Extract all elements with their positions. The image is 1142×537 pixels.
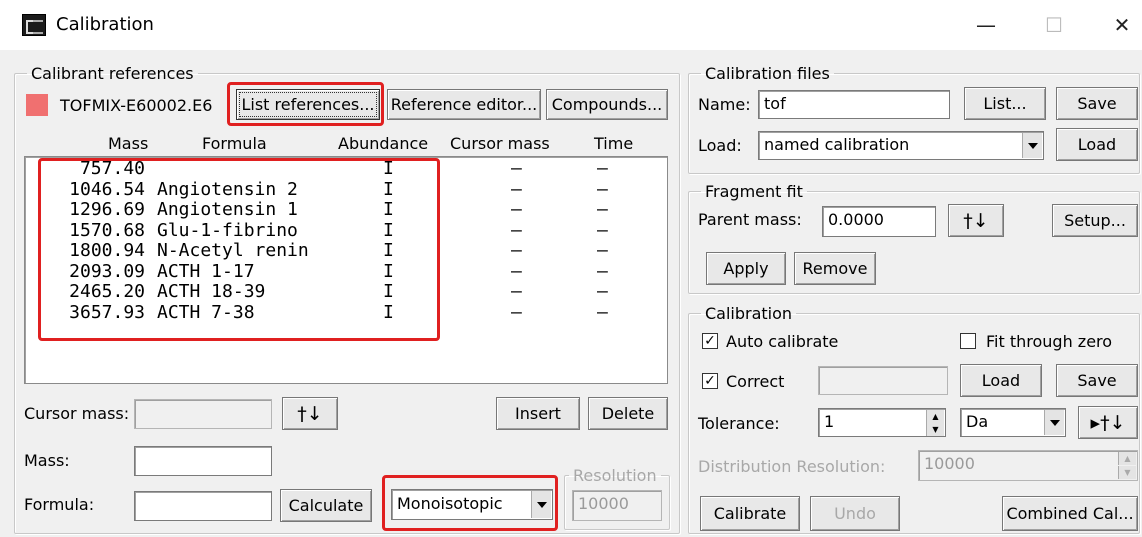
cell-cursor-mass: – [511,281,522,302]
cursor-mass-arrows-button[interactable]: †↓ [282,397,338,430]
setup-button[interactable]: Setup... [1052,204,1138,237]
fit-through-zero-label: Fit through zero [986,332,1113,351]
resolution-legend: Resolution [573,466,657,485]
combined-calibration-button[interactable]: Combined Cal... [1002,496,1138,531]
cell-time: – [597,301,608,323]
spin-down-icon[interactable]: ▼ [1118,466,1136,479]
tolerance-unit-value: Da [966,412,989,431]
correct-checkbox[interactable]: ✓ [702,373,718,389]
window-title: Calibration [56,14,154,35]
reference-color-swatch [26,94,48,116]
maximize-button[interactable]: ☐ [1034,8,1074,42]
cell-cursor-mass: – [511,219,522,241]
load-select[interactable]: named calibration [758,131,1044,160]
spin-down-icon[interactable]: ▼ [926,423,944,436]
cell-time: – [597,219,608,241]
chevron-down-icon[interactable] [1022,133,1042,158]
calibration-save-button[interactable]: Save [1056,364,1138,397]
formula-input[interactable] [134,491,272,521]
parent-mass-input[interactable]: 0.0000 [822,206,936,237]
cell-time: – [597,158,608,179]
title-bar: Calibration — ☐ ✕ [0,0,1142,50]
calibrant-references-legend: Calibrant references [31,64,194,83]
parent-mass-label: Parent mass: [698,210,802,229]
calculate-button[interactable]: Calculate [280,489,372,522]
tolerance-label: Tolerance: [698,414,780,433]
load-label: Load: [698,136,742,155]
calibration-load-button[interactable]: Load [960,364,1042,397]
compounds-button[interactable]: Compounds... [546,89,668,120]
cell-time: – [597,178,608,200]
correct-label: Correct [726,372,785,391]
load-select-value: named calibration [764,135,910,154]
calibration-legend: Calibration [705,304,793,323]
highlight-reference-rows [38,158,440,341]
close-button[interactable]: ✕ [1102,8,1142,42]
up-down-arrows-icon: †↓ [1100,411,1126,434]
app-icon [22,14,46,36]
mass-label: Mass: [24,451,70,470]
column-header-cursor-mass[interactable]: Cursor mass [450,134,550,153]
cell-time: – [597,281,608,302]
cell-time: – [597,199,608,220]
name-label: Name: [698,95,751,114]
column-header-abundance[interactable]: Abundance [338,134,428,153]
cell-cursor-mass: – [511,240,522,261]
spin-up-icon[interactable]: ▲ [1118,452,1136,465]
reference-file-name: TOFMIX-E60002.E6 [60,96,213,115]
tolerance-unit-select[interactable]: Da [960,408,1066,437]
column-header-mass[interactable]: Mass [108,134,148,153]
formula-label: Formula: [24,495,95,514]
column-header-formula[interactable]: Formula [202,134,267,153]
dialog-client-area: Calibrant references TOFMIX-E60002.E6 Li… [0,50,1142,537]
undo-button[interactable]: Undo [810,496,900,531]
mass-input[interactable] [134,446,272,476]
remove-button[interactable]: Remove [794,252,876,285]
cell-cursor-mass: – [511,260,522,282]
up-down-arrows-icon: †↓ [297,402,323,425]
name-input[interactable]: tof [758,90,950,119]
cursor-mass-input[interactable] [134,399,272,429]
apply-button[interactable]: Apply [706,252,786,285]
delete-button[interactable]: Delete [588,397,668,430]
check-icon: ✓ [704,373,716,389]
cell-time: – [597,260,608,282]
chevron-down-icon[interactable] [1044,410,1064,435]
calibration-files-legend: Calibration files [705,64,830,83]
cell-cursor-mass: – [511,158,522,179]
up-down-arrows-icon: †↓ [963,209,989,232]
tolerance-spinner[interactable]: 1 ▲ ▼ [818,408,946,437]
column-header-time[interactable]: Time [594,134,633,153]
distribution-resolution-spinner[interactable]: 10000 ▲ ▼ [918,450,1138,481]
highlight-list-references [227,82,384,126]
save-button[interactable]: Save [1056,87,1138,120]
pointer-arrows-icon: ▸ [1090,411,1101,434]
cell-cursor-mass: – [511,178,522,200]
auto-calibrate-checkbox[interactable]: ✓ [702,333,718,349]
spin-up-icon[interactable]: ▲ [926,410,944,423]
correct-input[interactable] [818,366,948,395]
resolution-input[interactable]: 10000 [572,490,662,521]
tolerance-arrows-button[interactable]: ▸ †↓ [1078,406,1138,439]
fit-through-zero-checkbox[interactable] [960,333,976,349]
highlight-isotope-mode [382,475,558,531]
cell-cursor-mass: – [511,199,522,220]
cursor-mass-label: Cursor mass: [24,404,130,423]
insert-button[interactable]: Insert [496,397,580,430]
list-button[interactable]: List... [964,87,1046,120]
distribution-resolution-label: Distribution Resolution: [698,457,886,476]
cell-cursor-mass: – [511,301,522,323]
calibrate-button[interactable]: Calibrate [700,496,800,531]
check-icon: ✓ [704,333,716,349]
distribution-resolution-value: 10000 [924,454,975,473]
auto-calibrate-label: Auto calibrate [726,332,839,351]
parent-mass-arrows-button[interactable]: †↓ [948,204,1004,237]
minimize-button[interactable]: — [966,8,1006,42]
reference-editor-button[interactable]: Reference editor... [387,89,541,120]
load-button[interactable]: Load [1056,128,1138,161]
fragment-fit-legend: Fragment fit [705,182,803,201]
tolerance-value: 1 [824,412,835,431]
cell-time: – [597,240,608,261]
